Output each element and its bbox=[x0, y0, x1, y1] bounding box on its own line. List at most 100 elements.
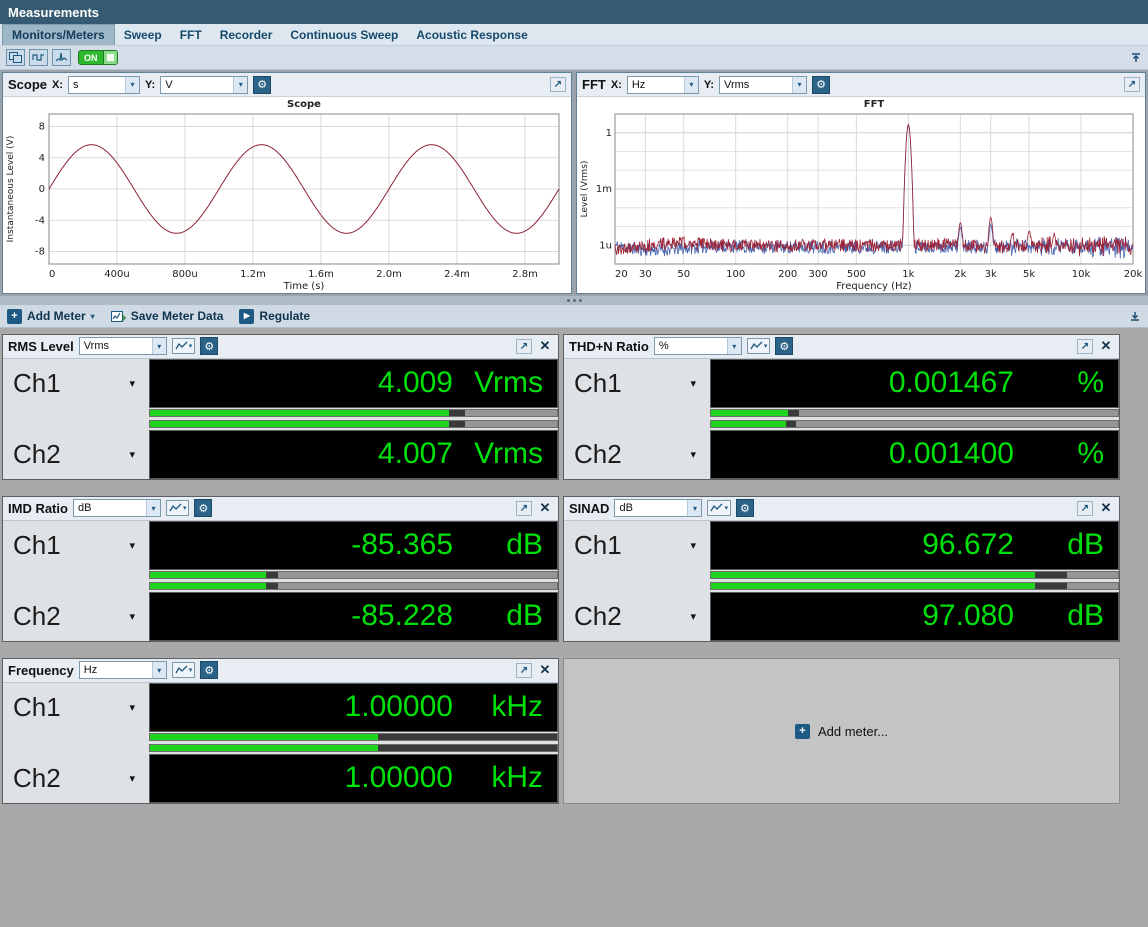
close-icon[interactable]: ✕ bbox=[537, 500, 553, 516]
svg-text:5k: 5k bbox=[1023, 269, 1035, 280]
empty-meter-slot[interactable]: + Add meter... bbox=[563, 658, 1120, 804]
tab-sweep[interactable]: Sweep bbox=[115, 24, 171, 45]
fft-x-units-select[interactable]: Hz▾ bbox=[627, 76, 699, 94]
display-mode-button[interactable]: ▾ bbox=[172, 338, 196, 354]
meter-title: SINAD bbox=[569, 501, 609, 516]
gear-icon[interactable]: ⚙ bbox=[253, 76, 271, 94]
close-icon[interactable]: ✕ bbox=[1098, 500, 1114, 516]
channel-2-selector[interactable]: Ch2▾ bbox=[3, 754, 149, 803]
close-icon[interactable]: ✕ bbox=[537, 662, 553, 678]
scope-panel-header: Scope X: s▾ Y: V▾ ⚙ ↗ bbox=[3, 73, 571, 97]
monitor-toolbar: ON bbox=[0, 46, 1148, 70]
channel-1-selector[interactable]: Ch1▾ bbox=[564, 521, 710, 570]
svg-text:0: 0 bbox=[39, 184, 45, 195]
popout-icon[interactable]: ↗ bbox=[550, 77, 566, 92]
scope-panel-title: Scope bbox=[8, 77, 47, 92]
chevron-down-icon: ▾ bbox=[189, 342, 193, 350]
popout-icon[interactable]: ↗ bbox=[1077, 501, 1093, 516]
window-titlebar: Measurements bbox=[0, 0, 1148, 24]
tab-monitors-meters[interactable]: Monitors/Meters bbox=[2, 24, 115, 45]
gear-icon[interactable]: ⚙ bbox=[194, 499, 212, 517]
splitter-handle[interactable] bbox=[0, 296, 1148, 305]
popout-icon[interactable]: ↗ bbox=[1124, 77, 1140, 92]
scope-monitor-toggle[interactable] bbox=[29, 49, 48, 66]
generator-on-toggle[interactable]: ON bbox=[78, 50, 118, 65]
fft-monitor-toggle[interactable] bbox=[52, 49, 71, 66]
tab-continuous-sweep[interactable]: Continuous Sweep bbox=[281, 24, 407, 45]
scope-x-units-select[interactable]: s▾ bbox=[68, 76, 140, 94]
fft-panel-header: FFT X: Hz▾ Y: Vrms▾ ⚙ ↗ bbox=[577, 73, 1145, 97]
gear-icon[interactable]: ⚙ bbox=[812, 76, 830, 94]
square-wave-icon bbox=[32, 52, 45, 63]
gear-icon[interactable]: ⚙ bbox=[736, 499, 754, 517]
svg-text:1k: 1k bbox=[902, 269, 914, 280]
svg-text:500: 500 bbox=[847, 269, 866, 280]
y-axis-label: Y: bbox=[145, 79, 155, 91]
channel-1-level-bar bbox=[149, 409, 558, 417]
meter-panel: THD+N Ratio %▾ ▾ ⚙ ↗ ✕ Ch1▾ 0.001467% Ch… bbox=[563, 334, 1120, 480]
channel-1-selector[interactable]: Ch1▾ bbox=[564, 359, 710, 408]
meter-unit-select[interactable]: dB▾ bbox=[614, 499, 702, 517]
meter-unit-select[interactable]: Hz▾ bbox=[79, 661, 167, 679]
popout-icon[interactable]: ↗ bbox=[516, 663, 532, 678]
meter-toolbar: + Add Meter ▾ Save Meter Data ▶ Regulate bbox=[0, 305, 1148, 328]
channel-2-selector[interactable]: Ch2▾ bbox=[3, 592, 149, 641]
display-mode-button[interactable]: ▾ bbox=[747, 338, 771, 354]
meter-title: RMS Level bbox=[8, 339, 74, 354]
svg-text:Scope: Scope bbox=[287, 99, 321, 110]
svg-text:Instantaneous Level (V): Instantaneous Level (V) bbox=[6, 136, 16, 243]
auto-hide-pin-icon[interactable] bbox=[1130, 52, 1142, 64]
tab-recorder[interactable]: Recorder bbox=[211, 24, 282, 45]
scope-monitor-panel: Scope X: s▾ Y: V▾ ⚙ ↗ Scope840-4-80400u8… bbox=[2, 72, 572, 294]
gear-icon[interactable]: ⚙ bbox=[200, 661, 218, 679]
popout-icon[interactable]: ↗ bbox=[1077, 339, 1093, 354]
channel-1-level-bar bbox=[710, 409, 1119, 417]
tab-fft[interactable]: FFT bbox=[171, 24, 211, 45]
fft-y-units-select[interactable]: Vrms▾ bbox=[719, 76, 807, 94]
add-meter-button[interactable]: + Add Meter ▾ bbox=[7, 309, 95, 324]
close-icon[interactable]: ✕ bbox=[537, 338, 553, 354]
channel-row: Ch2▾ 0.001400% bbox=[564, 430, 1119, 479]
chevron-down-icon: ▾ bbox=[152, 662, 166, 678]
close-icon[interactable]: ✕ bbox=[1098, 338, 1114, 354]
meter-title: Frequency bbox=[8, 663, 74, 678]
svg-text:300: 300 bbox=[809, 269, 828, 280]
popout-icon[interactable]: ↗ bbox=[516, 501, 532, 516]
tab-acoustic-response[interactable]: Acoustic Response bbox=[407, 24, 536, 45]
add-meter-label: Add Meter bbox=[27, 309, 86, 323]
meter-panel: Frequency Hz▾ ▾ ⚙ ↗ ✕ Ch1▾ 1.00000kHz Ch… bbox=[2, 658, 559, 804]
chevron-down-icon: ▾ bbox=[146, 500, 160, 516]
meter-unit-select[interactable]: dB▾ bbox=[73, 499, 161, 517]
mini-trace-icon bbox=[710, 503, 723, 513]
scope-y-units-select[interactable]: V▾ bbox=[160, 76, 248, 94]
chevron-down-icon: ▾ bbox=[125, 77, 139, 93]
channel-1-display: 1.00000kHz bbox=[149, 683, 558, 732]
mini-trace-icon bbox=[175, 665, 188, 675]
save-meter-data-button[interactable]: Save Meter Data bbox=[111, 309, 224, 323]
svg-text:1m: 1m bbox=[596, 184, 612, 195]
svg-text:1u: 1u bbox=[599, 240, 612, 251]
channel-row: Ch1▾ 4.009Vrms bbox=[3, 359, 558, 408]
monitor-layout-button[interactable] bbox=[6, 49, 25, 66]
meter-unit-select[interactable]: Vrms▾ bbox=[79, 337, 167, 355]
regulate-button[interactable]: ▶ Regulate bbox=[239, 309, 310, 324]
channel-2-selector[interactable]: Ch2▾ bbox=[564, 430, 710, 479]
meter-unit-select[interactable]: %▾ bbox=[654, 337, 742, 355]
channel-1-selector[interactable]: Ch1▾ bbox=[3, 521, 149, 570]
popout-icon[interactable]: ↗ bbox=[516, 339, 532, 354]
chevron-down-icon: ▾ bbox=[129, 772, 135, 785]
channel-2-level-bar bbox=[710, 420, 1119, 428]
channel-2-selector[interactable]: Ch2▾ bbox=[3, 430, 149, 479]
display-mode-button[interactable]: ▾ bbox=[166, 500, 190, 516]
display-mode-button[interactable]: ▾ bbox=[172, 662, 196, 678]
gear-icon[interactable]: ⚙ bbox=[775, 337, 793, 355]
channel-row: Ch2▾ 97.080dB bbox=[564, 592, 1119, 641]
level-bars bbox=[3, 732, 558, 754]
gear-icon[interactable]: ⚙ bbox=[200, 337, 218, 355]
display-mode-button[interactable]: ▾ bbox=[707, 500, 731, 516]
collapse-panel-icon[interactable] bbox=[1129, 310, 1141, 322]
chevron-down-icon: ▾ bbox=[684, 77, 698, 93]
channel-1-selector[interactable]: Ch1▾ bbox=[3, 359, 149, 408]
channel-2-selector[interactable]: Ch2▾ bbox=[564, 592, 710, 641]
channel-1-selector[interactable]: Ch1▾ bbox=[3, 683, 149, 732]
